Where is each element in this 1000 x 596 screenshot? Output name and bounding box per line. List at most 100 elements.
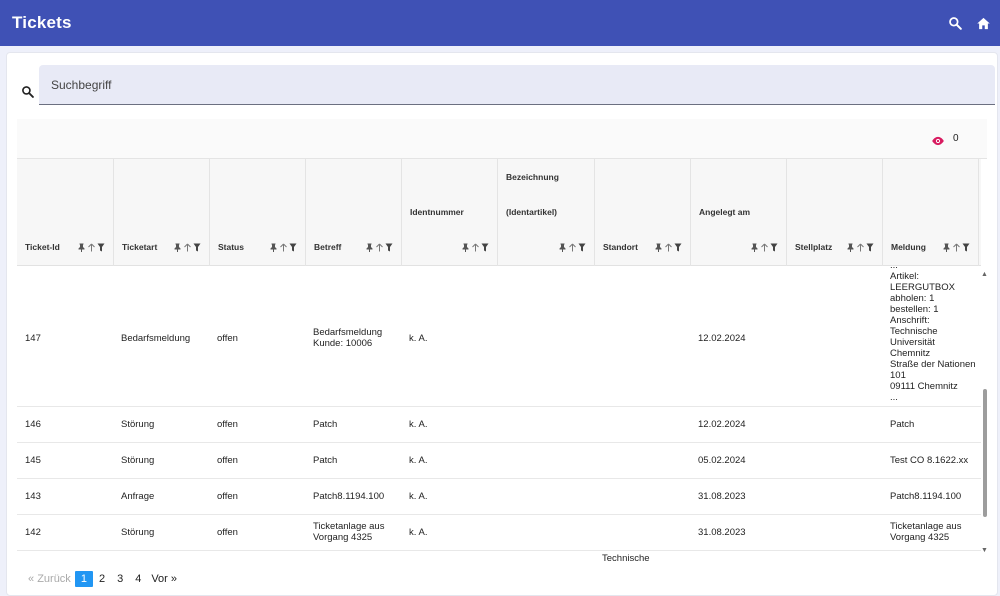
column-header-status[interactable]: Status [210,159,306,266]
cell-ticketart: Störung [121,419,155,430]
table-header: Ticket-Id Ticketart Status Betreff Ident… [17,159,981,266]
page-2[interactable]: 2 [93,573,111,585]
home-icon[interactable] [974,14,992,32]
column-header-stellplatz[interactable]: Stellplatz [787,159,883,266]
cell-angelegt-am: 12.02.2024 [698,333,746,344]
pin-icon[interactable] [269,242,277,252]
sort-arrow-icon[interactable] [568,242,576,252]
pin-icon[interactable] [461,242,469,252]
filter-icon[interactable] [289,242,297,252]
pin-icon[interactable] [365,242,373,252]
cell-status: offen [217,527,238,538]
column-header-standort[interactable]: Standort [595,159,691,266]
column-label: Meldung [891,242,926,252]
cell-status: offen [217,333,238,344]
sort-arrow-icon[interactable] [87,242,95,252]
pin-icon[interactable] [558,242,566,252]
sort-arrow-icon[interactable] [471,242,479,252]
filter-icon[interactable] [962,242,970,252]
pin-icon[interactable] [846,242,854,252]
column-label-secondary: (Identartikel) [506,207,558,217]
sort-arrow-icon[interactable] [760,242,768,252]
pin-icon[interactable] [750,242,758,252]
table-scrollbar[interactable]: ▲ ▼ [981,267,987,561]
column-label: Ticketart [122,242,158,252]
filter-icon[interactable] [481,242,489,252]
column-header-ticket-id[interactable]: Ticket-Id [17,159,114,266]
app-bar: Tickets [0,0,1000,46]
column-label: Angelegt am [699,207,751,217]
cell-status: offen [217,419,238,430]
column-header-bezeichnung[interactable]: Bezeichnung (Identartikel) [498,159,595,266]
sort-arrow-icon[interactable] [952,242,960,252]
filter-icon[interactable] [97,242,105,252]
filter-icon[interactable] [674,242,682,252]
sort-arrow-icon[interactable] [279,242,287,252]
column-label: Ticket-Id [25,242,60,252]
cell-ticket-id: 146 [25,419,41,430]
cell-status: offen [217,455,238,466]
filter-icon[interactable] [193,242,201,252]
cell-angelegt-am: 31.08.2023 [698,527,746,538]
pin-icon[interactable] [173,242,181,252]
pin-icon[interactable] [77,242,85,252]
column-header-ticketart[interactable]: Ticketart [114,159,210,266]
sort-arrow-icon[interactable] [183,242,191,252]
hidden-columns-count: 0 [953,133,959,144]
cell-meldung: Patch [890,419,915,430]
page-1[interactable]: 1 [74,571,93,587]
table-body: 147 Bedarfsmeldung offen Bedarfsmeldung … [17,267,981,563]
page-4[interactable]: 4 [129,573,147,585]
scroll-up-icon[interactable]: ▲ [981,271,987,278]
cell-angelegt-am: 12.02.2024 [698,419,746,430]
table-row[interactable]: 142 Störung offen Ticketanlage aus Vorga… [17,515,981,551]
filter-icon[interactable] [385,242,393,252]
cell-standort: Technische [602,553,650,563]
tickets-table: 0 Ticket-Id Ticketart Status Betreff Ide… [17,119,987,563]
sort-arrow-icon[interactable] [856,242,864,252]
cell-identnummer: k. A. [409,527,428,538]
cell-status: offen [217,491,238,502]
pin-icon[interactable] [942,242,950,252]
column-header-meldung[interactable]: Meldung [883,159,979,266]
filter-icon[interactable] [866,242,874,252]
table-row[interactable]: 146 Störung offen Patch k. A. 12.02.2024… [17,407,981,443]
table-row[interactable]: 145 Störung offen Patch k. A. 05.02.2024… [17,443,981,479]
pagination-prev[interactable]: « Zurück [24,573,75,585]
sort-arrow-icon[interactable] [375,242,383,252]
filter-icon[interactable] [770,242,778,252]
scroll-down-icon[interactable]: ▼ [981,547,987,554]
table-row[interactable]: 147 Bedarfsmeldung offen Bedarfsmeldung … [17,267,981,407]
cell-ticketart: Anfrage [121,491,155,502]
cell-ticket-id: 147 [25,333,41,344]
filter-icon[interactable] [578,242,586,252]
pagination: « Zurück 1 2 3 4 Vor » [24,570,181,588]
cell-angelegt-am: 31.08.2023 [698,491,746,502]
search-icon[interactable] [946,14,964,32]
sort-arrow-icon[interactable] [664,242,672,252]
column-header-betreff[interactable]: Betreff [306,159,402,266]
tickets-card: Suchbegriff 0 Ticket-Id Ticketart Status… [6,52,998,596]
table-toolbar: 0 [17,119,987,159]
column-label: Bezeichnung [506,172,559,182]
cell-ticketart: Störung [121,527,155,538]
cell-ticket-id: 145 [25,455,41,466]
scrollbar-thumb[interactable] [983,389,987,517]
column-header-identnummer[interactable]: Identnummer [402,159,498,266]
cell-identnummer: k. A. [409,455,428,466]
cell-ticketart: Störung [121,455,155,466]
column-label: Status [218,242,244,252]
cell-betreff: Patch [313,419,338,430]
cell-meldung: Patch8.1194.100 [890,491,962,502]
cell-meldung: Ticketanlage aus Vorgang 4325 [890,521,962,543]
pin-icon[interactable] [654,242,662,252]
column-header-angelegt-am[interactable]: Angelegt am [691,159,787,266]
pagination-next[interactable]: Vor » [147,573,181,585]
page-3[interactable]: 3 [111,573,129,585]
search-input[interactable]: Suchbegriff [39,65,995,105]
table-row[interactable]: 143 Anfrage offen Patch8.1194.100 k. A. … [17,479,981,515]
search-row: Suchbegriff [17,65,997,105]
eye-icon[interactable] [931,133,945,151]
table-row[interactable]: Technische [17,551,981,563]
cell-identnummer: k. A. [409,491,428,502]
